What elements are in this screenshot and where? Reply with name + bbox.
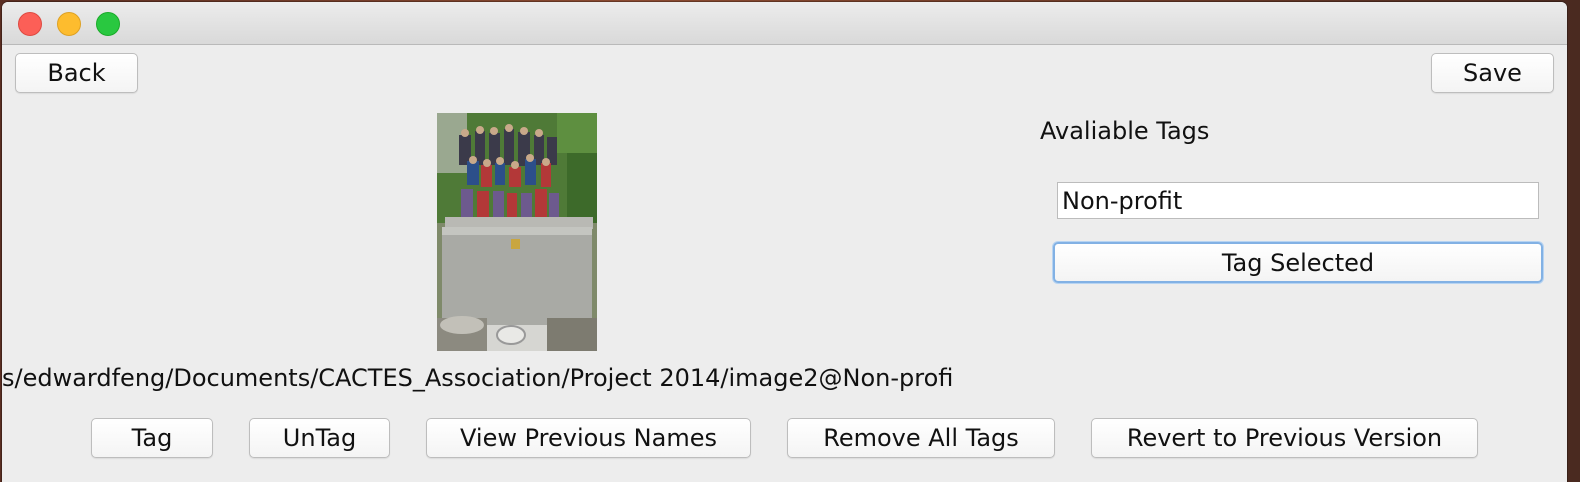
back-button[interactable]: Back [15,53,138,93]
maximize-window-button[interactable] [96,12,120,36]
image-path-container: s/edwardfeng/Documents/CACTES_Associatio… [2,362,1032,398]
minimize-window-button[interactable] [57,12,81,36]
tag-selection-field[interactable] [1057,182,1539,219]
tag-button[interactable]: Tag [91,418,213,458]
app-window: Back Save s/edwardfeng/Documents/CACTES_… [2,2,1567,482]
image-preview [437,113,597,351]
view-previous-names-button[interactable]: View Previous Names [426,418,751,458]
remove-all-tags-button[interactable]: Remove All Tags [787,418,1055,458]
image-path-label: s/edwardfeng/Documents/CACTES_Associatio… [2,364,954,392]
title-bar[interactable] [2,2,1567,45]
revert-to-previous-version-button[interactable]: Revert to Previous Version [1091,418,1478,458]
untag-button[interactable]: UnTag [249,418,390,458]
image-preview-graphic [437,113,597,351]
tag-selected-button[interactable]: Tag Selected [1053,242,1543,283]
save-button[interactable]: Save [1431,53,1554,93]
close-window-button[interactable] [18,12,42,36]
available-tags-heading: Avaliable Tags [1040,117,1210,145]
